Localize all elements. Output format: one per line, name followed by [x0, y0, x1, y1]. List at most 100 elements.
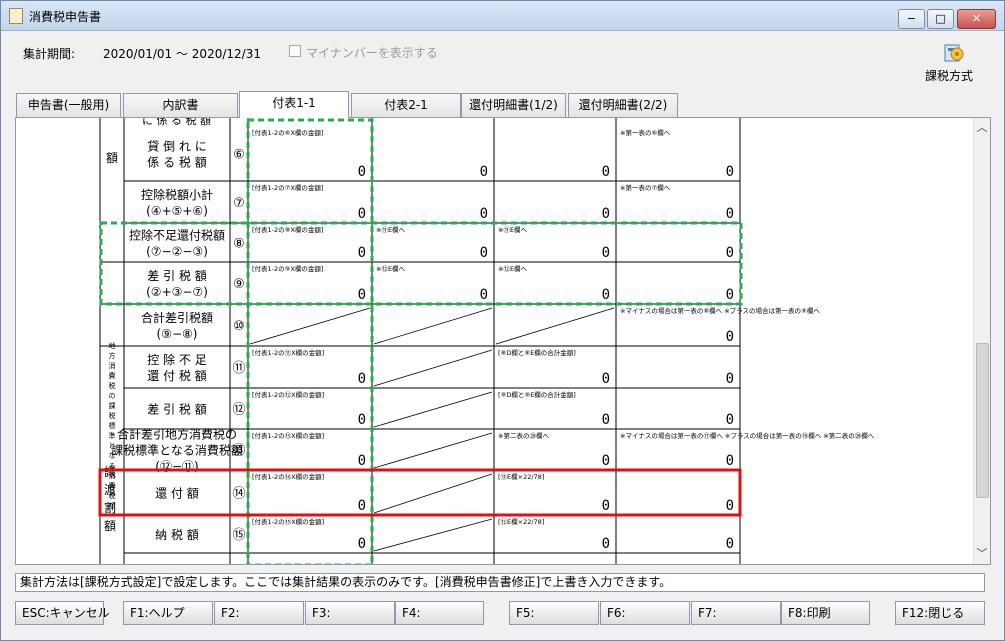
side-label-char: と — [109, 442, 116, 450]
app-icon — [9, 8, 23, 24]
cell-note: [⑨D欄と⑨E欄の合計金額] — [498, 390, 576, 399]
cell-note: ※マイナスの場合は第一表の⑰欄へ ※プラスの場合は第一表の⑱欄へ ※第二表の⑳欄… — [620, 431, 875, 440]
cell-value: 0 — [726, 329, 734, 345]
cell-value: 0 — [602, 245, 610, 261]
row-label: 課税標準となる消費税額 — [111, 443, 243, 458]
cell-value: 0 — [480, 206, 488, 222]
f8-print-button[interactable]: F8:印刷 — [781, 601, 870, 625]
cell-value: 0 — [480, 245, 488, 261]
cell-note: ※⑫E欄へ — [376, 264, 406, 273]
scroll-thumb[interactable] — [976, 343, 989, 498]
diagonal-slash — [373, 391, 493, 428]
f5-button[interactable]: F5: — [509, 601, 599, 625]
row-label-partial: に 係 る 税 額 — [142, 118, 211, 127]
scroll-up-icon[interactable]: ︿ — [974, 120, 990, 136]
f6-button[interactable]: F6: — [600, 601, 690, 625]
row-label: (②+③−⑦) — [146, 285, 208, 299]
tab-fuhyo-2-1[interactable]: 付表2-1 — [351, 93, 461, 117]
cell-value: 0 — [358, 164, 366, 180]
cell-note: [⑫E欄×22/78] — [498, 517, 544, 526]
row-label: 還 付 税 額 — [147, 369, 206, 383]
cell-note: ※⑫E欄へ — [498, 264, 528, 273]
row-label: 差 引 税 額 — [147, 269, 206, 283]
cell-note: ※⑪E欄へ — [498, 225, 528, 234]
scroll-down-icon[interactable]: ﹀ — [974, 546, 990, 562]
row-label: 控 除 不 足 — [147, 352, 206, 367]
f1-help-button[interactable]: F1:ヘルプ — [123, 601, 213, 625]
cell-value: 0 — [602, 498, 610, 514]
tab-kanpu-1[interactable]: 還付明細書(1/2) — [461, 93, 566, 117]
mynumber-label: マイナンバーを表示する — [306, 46, 438, 60]
side-label-char: 標 — [109, 421, 116, 430]
row-label: 係 る 税 額 — [147, 156, 206, 170]
cell-value: 0 — [602, 412, 610, 428]
diagonal-slash — [373, 518, 493, 552]
side-label-char: 税 — [109, 381, 116, 390]
f12-close-button[interactable]: F12:閉じる — [895, 601, 985, 625]
row-number: ⑮ — [232, 528, 245, 543]
cell-note: ※第二表の⑳欄へ — [498, 431, 549, 440]
tab-label: 内訳書 — [162, 98, 199, 112]
cell-note: [付表1-2の⑧X欄の金額] — [252, 225, 323, 234]
mynumber-checkbox[interactable] — [289, 45, 301, 57]
f7-button[interactable]: F7: — [691, 601, 781, 625]
tax-method-label[interactable]: 課税方式 — [925, 67, 973, 84]
diagonal-slash — [495, 307, 615, 345]
tab-shinkokusho[interactable]: 申告書(一般用) — [16, 93, 121, 117]
cell-note: ※マイナスの場合は第一表の⑧欄へ ※プラスの場合は第一表の⑨欄へ — [620, 306, 820, 315]
cell-value: 0 — [358, 536, 366, 552]
cell-value: 0 — [358, 498, 366, 514]
side-label-transfer: 割 — [104, 500, 116, 515]
cell-note: ※第一表の⑦欄へ — [620, 183, 671, 192]
row-number: ⑪ — [232, 361, 245, 376]
group-label: 額 — [106, 151, 118, 165]
f4-button[interactable]: F4: — [395, 601, 484, 625]
tab-uchiwakesho[interactable]: 内訳書 — [123, 93, 238, 117]
row-number: ⑨ — [233, 277, 245, 292]
row-number: ⑫ — [232, 403, 245, 418]
window-title: 消費税申告書 — [29, 10, 102, 24]
tab-label: 還付明細書(1/2) — [469, 98, 558, 112]
cell-value: 0 — [726, 498, 734, 514]
minimize-button[interactable]: − — [898, 9, 925, 29]
cell-value: 0 — [602, 453, 610, 469]
row-label: 合計差引地方消費税の — [117, 427, 237, 442]
tab-label: 付表1-1 — [272, 96, 316, 110]
row-label: (⑨−⑧) — [157, 327, 198, 341]
cell-value: 0 — [726, 164, 734, 180]
close-button[interactable]: ✕ — [957, 9, 996, 29]
minimize-icon: − — [906, 12, 917, 25]
row-label: 控除税額小計 — [141, 187, 213, 202]
cell-value: 0 — [726, 536, 734, 552]
tab-fuhyo-1-1[interactable]: 付表1-1 — [239, 91, 349, 118]
row-number: ⑬ — [232, 444, 245, 459]
row-number: ⑭ — [232, 487, 245, 502]
tab-kanpu-2[interactable]: 還付明細書(2/2) — [568, 93, 678, 117]
tax-method-icon[interactable] — [939, 39, 967, 63]
cell-value: 0 — [726, 453, 734, 469]
fuhyo-1-1-sheet: に 係 る 税 額額 貸 倒 れ に係 る 税 額 ⑥ [付表1-2の⑥X欄の金額] 0… — [98, 118, 875, 564]
row-label: 納 税 額 — [155, 528, 199, 542]
side-label-char: 地 — [109, 341, 116, 350]
diagonal-slash — [373, 473, 493, 514]
side-label-char: な — [109, 452, 116, 460]
vertical-scrollbar[interactable]: ︿ ﹀ — [973, 118, 990, 564]
cell-note: [付表1-2の⑥X欄の金額] — [252, 128, 323, 137]
f3-button[interactable]: F3: — [305, 601, 395, 625]
side-label-char: 課 — [109, 401, 116, 410]
row-label: 差 引 税 額 — [147, 403, 206, 417]
tab-label: 申告書(一般用) — [27, 98, 110, 112]
cell-note: [付表1-2の⑭X欄の金額] — [252, 472, 324, 481]
cell-value: 0 — [602, 536, 610, 552]
f2-button[interactable]: F2: — [214, 601, 304, 625]
esc-cancel-button[interactable]: ESC:キャンセル — [15, 601, 110, 625]
cell-value: 0 — [726, 412, 734, 428]
row-label: 貸 倒 れ に — [147, 139, 206, 154]
cell-note: [付表1-2の⑨X欄の金額] — [252, 264, 323, 273]
tab-label: 還付明細書(2/2) — [578, 98, 668, 112]
cell-note: [付表1-2の⑫X欄の金額] — [252, 390, 324, 399]
maximize-button[interactable]: □ — [927, 9, 954, 29]
row-label: (④+⑤+⑥) — [146, 204, 208, 218]
tab-label: 付表2-1 — [384, 98, 428, 112]
cell-value: 0 — [726, 371, 734, 387]
